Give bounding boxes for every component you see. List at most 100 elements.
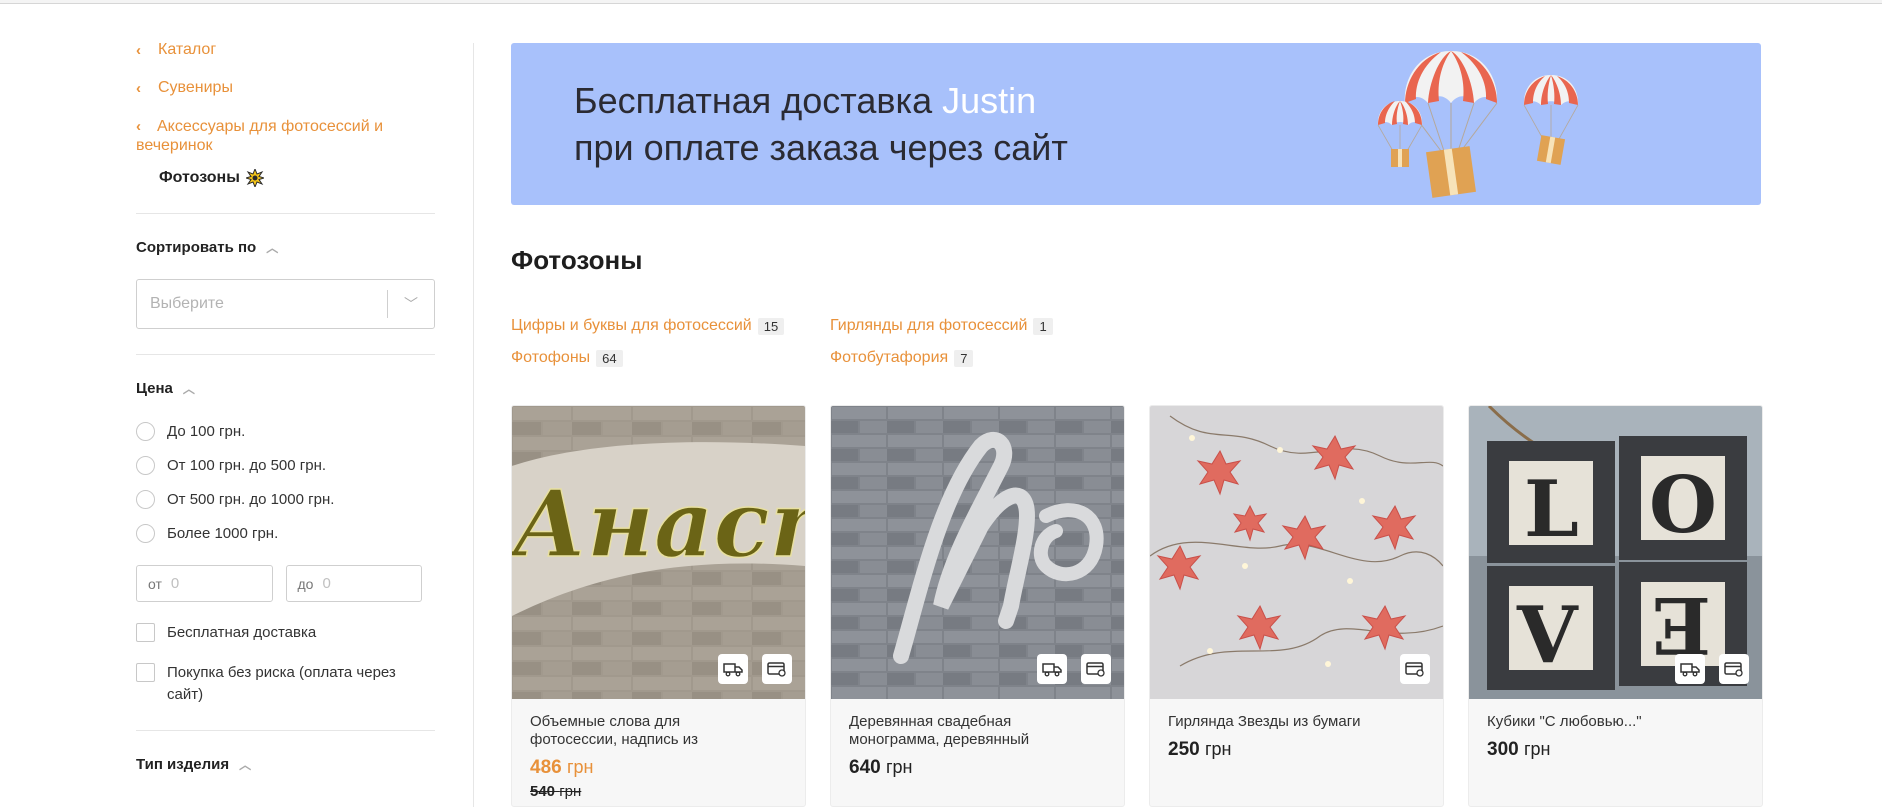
price-option[interactable]: От 100 грн. до 500 грн.: [136, 455, 435, 475]
checkbox[interactable]: [136, 623, 155, 642]
sidebar-divider: [473, 43, 474, 807]
divider: [136, 213, 435, 214]
breadcrumb-souvenirs[interactable]: ‹ Сувениры: [136, 78, 435, 98]
chevron-left-icon: ‹: [136, 80, 141, 97]
price-range: от 0 до 0: [136, 565, 435, 602]
price-value: 486: [530, 757, 562, 778]
type-section-title[interactable]: Тип изделия ︿: [136, 756, 435, 773]
sort-section-title[interactable]: Сортировать по ︿: [136, 239, 435, 256]
page-title: Фотозоны: [511, 245, 643, 275]
product-price: 640 грн: [849, 757, 913, 779]
banner-line-1: Бесплатная доставка Justin: [574, 80, 1036, 122]
truck-icon: [718, 654, 748, 684]
breadcrumb-label: Каталог: [158, 41, 217, 58]
radio-button[interactable]: [136, 421, 155, 441]
chevron-up-icon: ︿: [239, 758, 252, 772]
sidebar: ‹ Каталог ‹ Сувениры ‹ Аксессуары для фот…: [136, 40, 435, 773]
price-from-field[interactable]: от 0: [136, 565, 273, 602]
chevron-left-icon: ‹: [136, 118, 141, 135]
card-icon: [762, 654, 792, 684]
product-image[interactable]: Анастас: [512, 406, 805, 699]
free-delivery-option[interactable]: Бесплатная доставка: [136, 622, 435, 644]
sort-select[interactable]: Выберите ﹀: [136, 279, 435, 329]
subcategory-label: Фотофоны: [511, 349, 591, 366]
checkbox[interactable]: [136, 663, 155, 682]
product-old-price: 540 грн: [530, 783, 581, 800]
product-image[interactable]: [1150, 406, 1443, 699]
svg-text:L: L: [1524, 464, 1579, 555]
no-risk-label: Покупка без риска (оплата через сайт): [167, 664, 396, 703]
radio-button[interactable]: [136, 455, 155, 475]
product-card[interactable]: Анастас Объемные слова для фотосессии, н…: [511, 405, 806, 807]
svg-text:V: V: [1516, 590, 1579, 681]
divider: [136, 730, 435, 731]
product-card[interactable]: L O V E Кубики "С любовью..." 300 грн: [1468, 405, 1763, 807]
price-option-label: До 100 грн.: [167, 422, 246, 440]
chevron-down-icon: ﹀: [404, 296, 418, 312]
price-option[interactable]: Более 1000 грн.: [136, 523, 435, 543]
chevron-up-icon: ︿: [266, 241, 279, 255]
current-category-label: Фотозоны: [159, 169, 240, 186]
product-name[interactable]: Деревянная свадебная монограмма, деревян…: [849, 713, 1079, 749]
old-price-currency: грн: [559, 783, 582, 800]
price-currency: грн: [885, 757, 913, 777]
truck-icon: [1037, 654, 1067, 684]
price-value: 300: [1487, 739, 1519, 760]
price-option[interactable]: До 100 грн.: [136, 421, 435, 441]
product-card[interactable]: Гирлянда Звезды из бумаги 250 грн: [1149, 405, 1444, 807]
chevron-up-icon: ︿: [182, 382, 195, 396]
product-price: 300 грн: [1487, 739, 1551, 761]
card-icon: [1719, 654, 1749, 684]
banner-highlight: Justin: [942, 80, 1037, 121]
breadcrumb-catalog[interactable]: ‹ Каталог: [136, 40, 435, 60]
price-option-label: От 100 грн. до 500 грн.: [167, 456, 327, 474]
card-icon: [1400, 654, 1430, 684]
type-title: Тип изделия: [136, 756, 230, 773]
from-label: от: [148, 575, 162, 592]
price-currency: грн: [566, 757, 594, 777]
subcategory-count: 7: [954, 349, 974, 367]
radio-button[interactable]: [136, 489, 155, 509]
subcategory-count: 15: [757, 317, 785, 335]
product-name[interactable]: Кубики "С любовью...": [1487, 713, 1717, 731]
breadcrumb-accessories[interactable]: ‹ Аксессуары для фотосессий и вечеринок: [136, 116, 435, 155]
breadcrumb-label: Аксессуары для фотосессий и вечеринок: [136, 118, 384, 154]
price-section-title[interactable]: Цена ︿: [136, 380, 435, 397]
price-option-label: От 500 грн. до 1000 грн.: [167, 490, 335, 508]
price-to-field[interactable]: до 0: [285, 565, 422, 602]
price-currency: грн: [1204, 739, 1232, 759]
product-image[interactable]: L O V E: [1469, 406, 1762, 699]
product-price: 486 грн: [530, 757, 594, 779]
product-image[interactable]: [831, 406, 1124, 699]
to-value: 0: [322, 575, 331, 592]
radio-button[interactable]: [136, 523, 155, 543]
subcategory-link[interactable]: Цифры и буквы для фотосессий 15: [511, 317, 785, 335]
subcategory-link[interactable]: Гирлянды для фотосессий 1: [830, 317, 1053, 335]
subcategory-link[interactable]: Фотофоны 64: [511, 349, 623, 367]
svg-text:Анастас: Анастас: [512, 470, 805, 578]
promo-banner[interactable]: Бесплатная доставка Justin при оплате за…: [511, 43, 1761, 205]
price-currency: грн: [1523, 739, 1551, 759]
from-value: 0: [170, 575, 180, 592]
banner-text: Бесплатная доставка: [574, 80, 943, 121]
sort-placeholder: Выберите: [150, 295, 224, 312]
old-price-value: 540: [530, 783, 556, 800]
product-name[interactable]: Объемные слова для фотосессии, надпись и…: [530, 713, 760, 749]
product-name[interactable]: Гирлянда Звезды из бумаги: [1168, 713, 1398, 731]
parachute-illustration: [1377, 51, 1579, 198]
price-option[interactable]: От 500 грн. до 1000 грн.: [136, 489, 435, 509]
card-icon: [1081, 654, 1111, 684]
subcategory-link[interactable]: Фотобутафория 7: [830, 349, 974, 367]
product-card[interactable]: Деревянная свадебная монограмма, деревян…: [830, 405, 1125, 807]
to-label: до: [297, 575, 314, 592]
svg-text:O: O: [1649, 460, 1717, 551]
subcategory-label: Цифры и буквы для фотосессий: [511, 317, 752, 334]
no-risk-option[interactable]: Покупка без риска (оплата через сайт): [136, 662, 435, 706]
subcategory-label: Фотобутафория: [830, 349, 949, 366]
price-title: Цена: [136, 380, 173, 397]
free-delivery-label: Бесплатная доставка: [167, 624, 317, 641]
price-option-label: Более 1000 грн.: [167, 524, 279, 542]
sort-title: Сортировать по: [136, 239, 257, 256]
product-price: 250 грн: [1168, 739, 1232, 761]
starburst-icon: [245, 169, 264, 187]
